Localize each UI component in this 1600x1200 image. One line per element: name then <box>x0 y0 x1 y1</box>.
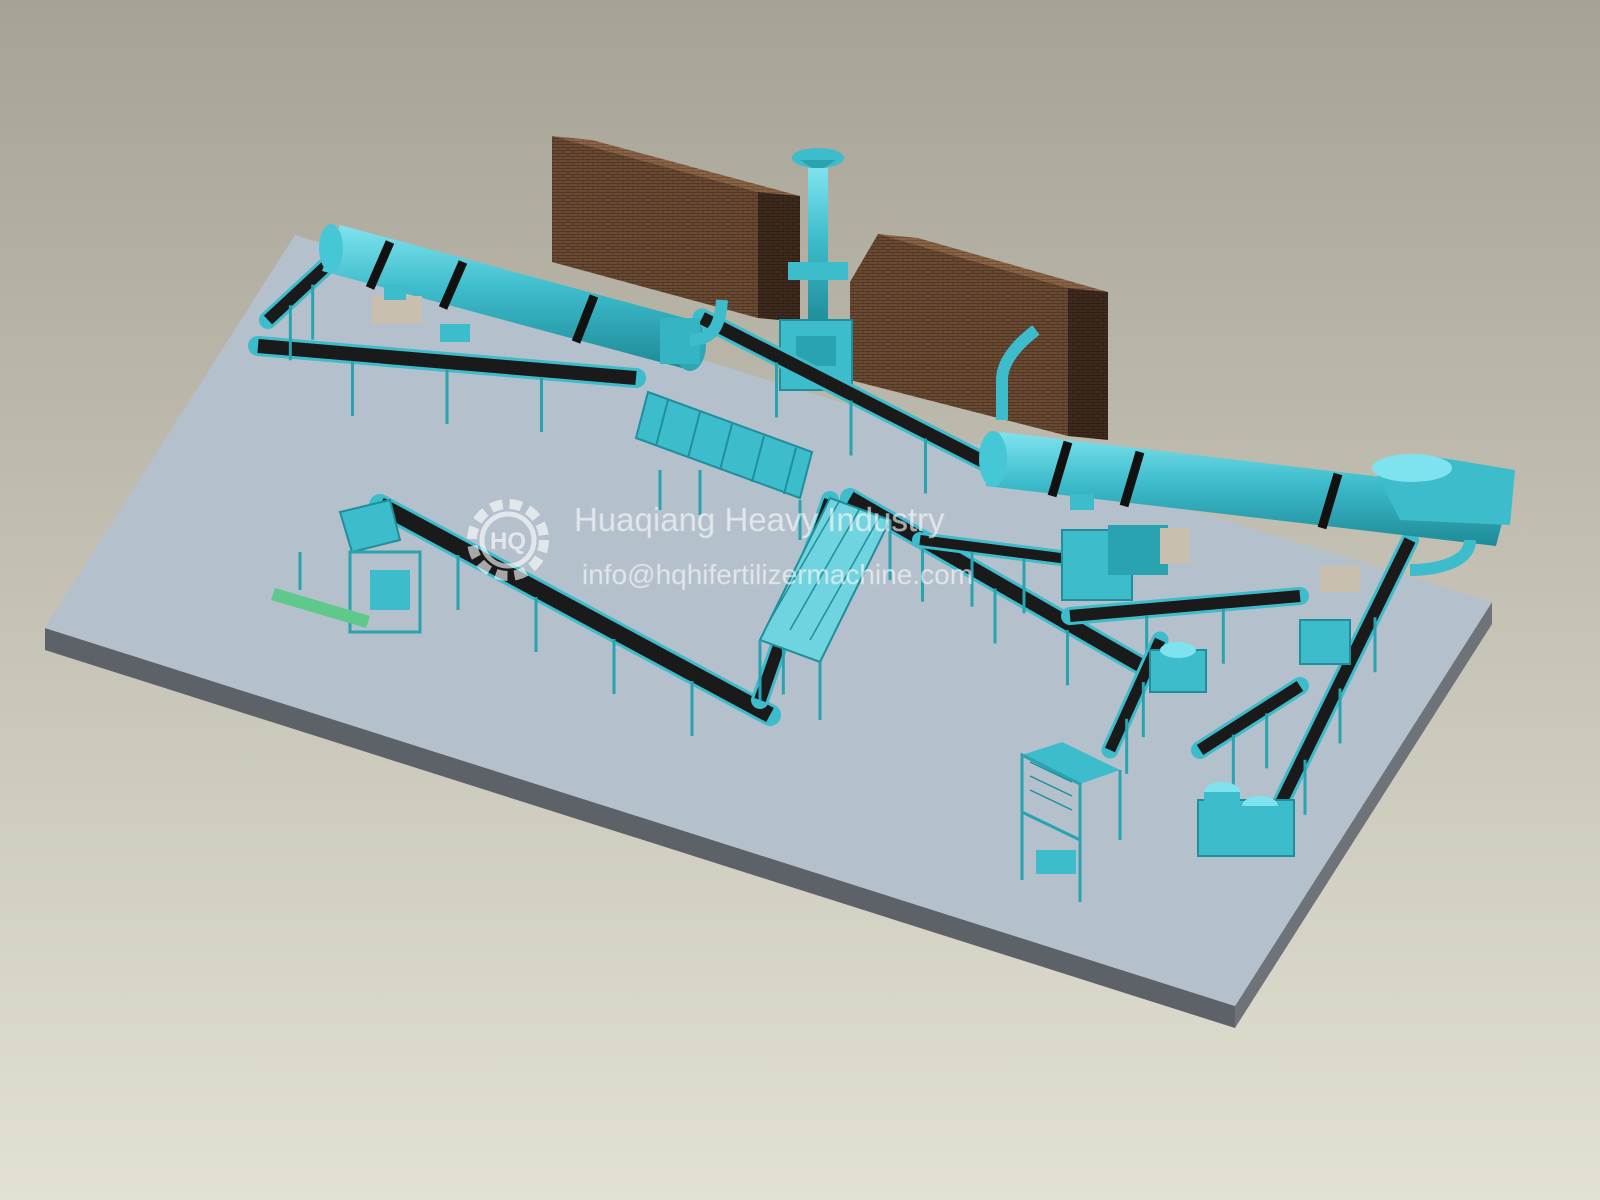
gear-logo-icon: HQ <box>467 499 549 581</box>
watermark-company: Huaqiang Heavy Industry <box>574 501 945 538</box>
watermark-email: info@hqhifertilizermachine.com <box>582 559 973 590</box>
fertilizer-production-line-render: HQ Huaqiang Heavy Industry info@hqhifert… <box>0 0 1600 1200</box>
logo-letters: HQ <box>490 528 526 555</box>
